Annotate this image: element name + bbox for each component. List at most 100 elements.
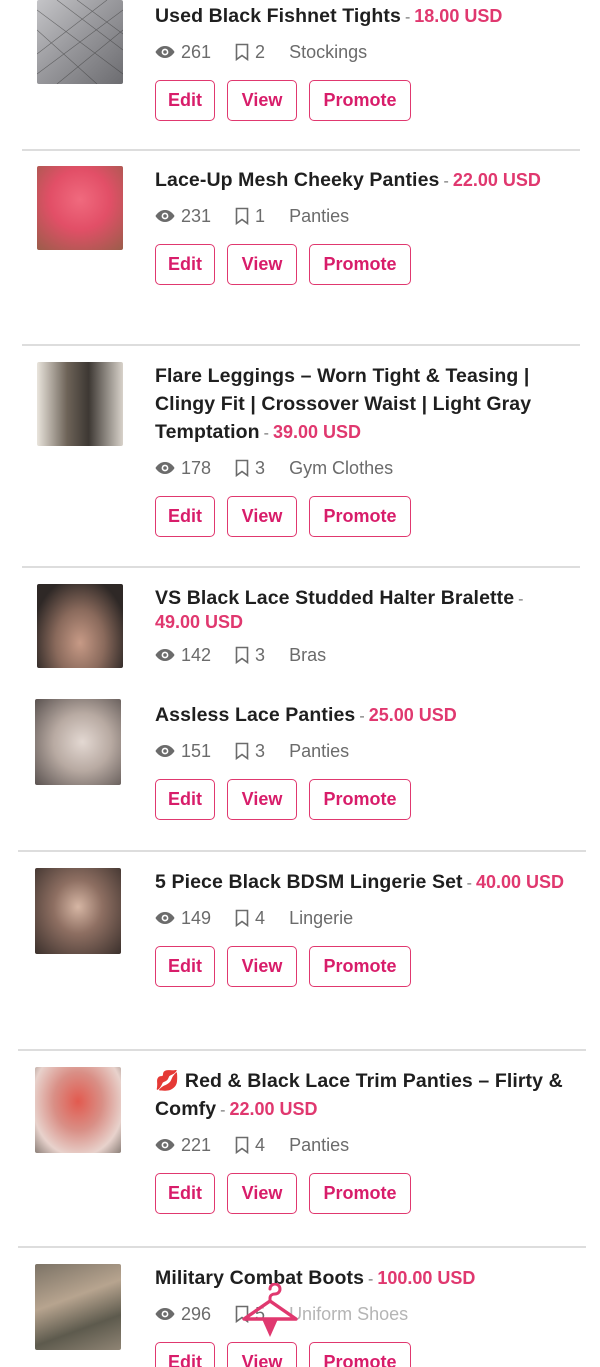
edit-button[interactable]: Edit [155,946,215,987]
title-separator: - [220,1102,226,1119]
edit-button[interactable]: Edit [155,1173,215,1214]
eye-icon [155,1138,175,1152]
saves-count: 4 [235,1135,265,1156]
listing-thumbnail[interactable] [35,699,121,785]
hanger-icon[interactable] [240,1282,300,1343]
divider [22,149,580,151]
edit-button[interactable]: Edit [155,496,215,537]
saves-value: 2 [255,41,266,62]
listing-thumbnail[interactable] [37,584,123,668]
listing-meta: 151 3 Panties [155,739,580,763]
views-value: 231 [181,205,212,226]
category-label: Panties [289,740,350,761]
promote-button[interactable]: Promote [309,1342,411,1367]
listing-title-row: 💋 Red & Black Lace Trim Panties – Flirty… [155,1067,565,1123]
view-button[interactable]: View [227,1342,297,1367]
listing-actions: Edit View Promote [155,496,580,537]
saves-count: 2 [235,42,265,63]
view-button[interactable]: View [227,946,297,987]
edit-button[interactable]: Edit [155,779,215,820]
listing-title[interactable]: VS Black Lace Studded Halter Bralette [155,587,514,609]
eye-icon [155,911,175,925]
edit-button[interactable]: Edit [155,1342,215,1367]
saves-value: 3 [255,740,266,761]
category-label: Lingerie [289,907,354,928]
views-count: 261 [155,42,211,63]
listing-thumbnail[interactable] [37,0,123,84]
listing-title[interactable]: Assless Lace Panties [155,704,355,726]
category-label: Panties [289,1134,350,1155]
category-label: Bras [289,644,327,665]
views-count: 178 [155,458,211,479]
title-separator: - [263,425,269,442]
listing-title[interactable]: 💋 Red & Black Lace Trim Panties – Flirty… [155,1070,563,1120]
views-count: 149 [155,908,211,929]
saves-count: 1 [235,206,265,227]
views-value: 261 [181,41,212,62]
listing-actions: Edit View Promote [155,1342,580,1367]
listing-thumbnail[interactable] [37,362,123,446]
bookmark-icon [235,646,249,664]
views-count: 142 [155,645,211,666]
category-label: Uniform Shoes [289,1303,409,1324]
view-button[interactable]: View [227,496,297,537]
eye-icon [155,648,175,662]
view-button[interactable]: View [227,1173,297,1214]
eye-icon [155,1307,175,1321]
promote-button[interactable]: Promote [309,244,411,285]
listing-meta: 221 4 Panties [155,1133,580,1157]
bookmark-icon [235,43,249,61]
listing-actions: Edit View Promote [155,244,580,285]
promote-button[interactable]: Promote [309,80,411,121]
category-label: Panties [289,205,350,226]
views-value: 149 [181,907,212,928]
listing-thumbnail[interactable] [35,1264,121,1350]
views-count: 151 [155,741,211,762]
listing-title-row: Lace-Up Mesh Cheeky Panties -22.00 USD [155,166,555,194]
saves-value: 4 [255,1134,266,1155]
listing-title[interactable]: Lace-Up Mesh Cheeky Panties [155,169,439,191]
promote-button[interactable]: Promote [309,946,411,987]
edit-button[interactable]: Edit [155,244,215,285]
listing-meta: 296 5 Uniform Shoes [155,1302,580,1326]
eye-icon [155,461,175,475]
listing-thumbnail[interactable] [35,868,121,954]
edit-button[interactable]: Edit [155,80,215,121]
listing-title[interactable]: Used Black Fishnet Tights [155,5,401,27]
view-button[interactable]: View [227,779,297,820]
divider [18,1246,586,1248]
divider [22,566,580,568]
saves-count: 3 [235,458,265,479]
promote-button[interactable]: Promote [309,779,411,820]
listing-price: 25.00 USD [368,705,457,725]
saves-count: 3 [235,741,265,762]
eye-icon [155,744,175,758]
promote-button[interactable]: Promote [309,1173,411,1214]
listing-meta: 149 4 Lingerie [155,906,580,930]
eye-icon [155,209,175,223]
bookmark-icon [235,459,249,477]
bookmark-icon [235,909,249,927]
views-count: 221 [155,1135,211,1156]
category-label: Stockings [289,41,368,62]
title-separator: - [359,708,365,725]
listing-title-row: Used Black Fishnet Tights -18.00 USD [155,2,580,30]
listing-price: 40.00 USD [475,872,565,892]
view-button[interactable]: View [227,80,297,121]
listing-meta: 178 3 Gym Clothes [155,456,580,480]
listing-meta: 142 3 Bras [155,643,580,667]
listing-price: 100.00 USD [377,1268,476,1288]
views-value: 178 [181,457,212,478]
promote-button[interactable]: Promote [309,496,411,537]
view-button[interactable]: View [227,244,297,285]
listing-price: 39.00 USD [272,422,362,442]
listing-price: 18.00 USD [414,6,503,26]
saves-value: 1 [255,205,266,226]
title-separator: - [466,875,472,892]
listing-title[interactable]: 5 Piece Black BDSM Lingerie Set [155,871,463,893]
listing-thumbnail[interactable] [35,1067,121,1153]
listing-thumbnail[interactable] [37,166,123,250]
category-label: Gym Clothes [289,457,394,478]
views-value: 151 [181,740,212,761]
title-separator: - [443,173,449,190]
